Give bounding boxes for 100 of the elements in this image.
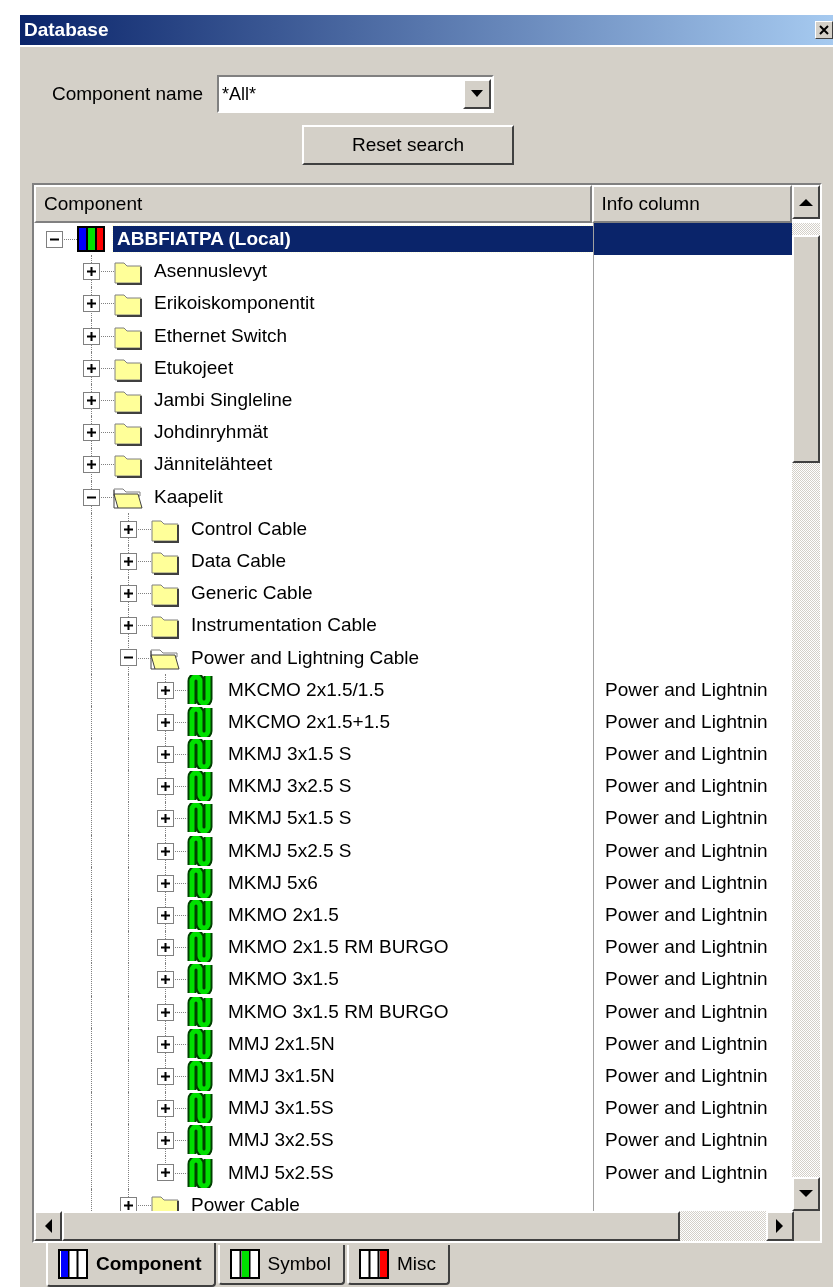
expand-icon[interactable]: [157, 746, 174, 763]
vertical-scrollbar[interactable]: [792, 223, 820, 1211]
tree-item[interactable]: Generic Cable: [187, 580, 317, 607]
scroll-up-button[interactable]: [792, 185, 820, 219]
tree-item[interactable]: MMJ 3x1.5N: [224, 1062, 339, 1089]
tree-item[interactable]: Kaapelit: [150, 483, 227, 510]
expand-icon[interactable]: [120, 1196, 137, 1211]
expand-icon[interactable]: [83, 424, 100, 442]
expand-icon[interactable]: [157, 778, 174, 796]
tree-item[interactable]: Asennuslevyt: [150, 258, 271, 285]
info-cell-text: Power and Lightnin: [604, 870, 769, 895]
info-cell-text: Power and Lightnin: [604, 999, 769, 1024]
tree-item[interactable]: Ethernet Switch: [150, 322, 292, 349]
expand-icon[interactable]: [157, 1067, 174, 1085]
tree-item[interactable]: MKMO 3x1.5: [224, 966, 343, 993]
tree-item[interactable]: Jännitelähteet: [150, 451, 277, 478]
info-cell-text: Power and Lightnin: [604, 967, 769, 992]
component-name-field[interactable]: *All*: [217, 75, 495, 113]
tab-icon: [358, 1249, 389, 1279]
info-cell-text: Power and Lightnin: [604, 709, 769, 734]
expand-icon[interactable]: [157, 1100, 174, 1118]
close-icon: [818, 24, 830, 36]
tree-item[interactable]: Jambi Singleline: [150, 387, 297, 414]
info-cell-text: Power and Lightnin: [604, 1160, 769, 1185]
expand-icon[interactable]: [120, 585, 137, 603]
column-header[interactable]: Info column: [591, 185, 792, 223]
tree-item[interactable]: MKCMO 2x1.5/1.5: [224, 676, 389, 703]
tree-item[interactable]: Etukojeet: [150, 354, 238, 381]
tree-item[interactable]: Control Cable: [187, 515, 312, 542]
tree-item[interactable]: Instrumentation Cable: [187, 612, 381, 639]
up-arrow-icon: [799, 198, 813, 206]
expand-icon[interactable]: [157, 874, 174, 892]
expand-icon[interactable]: [157, 681, 174, 699]
dropdown-button[interactable]: [463, 79, 492, 109]
expand-icon[interactable]: [157, 1035, 174, 1053]
tab[interactable]: Symbol: [217, 1245, 345, 1285]
info-cell-text: Power and Lightnin: [604, 1128, 769, 1153]
reset-search-button[interactable]: Reset search: [302, 125, 514, 165]
tree-item[interactable]: MKMJ 3x1.5 S: [224, 741, 356, 768]
expand-icon[interactable]: [157, 1132, 174, 1150]
expand-icon[interactable]: [157, 810, 174, 828]
left-arrow-icon: [44, 1219, 52, 1233]
expand-icon[interactable]: [157, 1164, 174, 1182]
expand-icon[interactable]: [120, 520, 137, 538]
tree-item[interactable]: Data Cable: [187, 547, 291, 574]
tree-item[interactable]: MMJ 3x1.5S: [224, 1095, 338, 1122]
info-cell-text: Power and Lightnin: [604, 935, 769, 960]
tree-item[interactable]: MKMJ 5x1.5 S: [224, 805, 356, 832]
tab[interactable]: Misc: [346, 1245, 450, 1285]
tree-item[interactable]: Johdinryhmät: [150, 419, 273, 446]
tree-item[interactable]: Power Cable: [187, 1191, 304, 1211]
expand-icon[interactable]: [120, 617, 137, 635]
tab[interactable]: Component: [46, 1243, 216, 1287]
scrollbar-corner: [794, 1211, 820, 1241]
tree-item[interactable]: MKMJ 5x2.5 S: [224, 837, 356, 864]
tree-item[interactable]: ABBFIATPA (Local): [113, 226, 593, 253]
right-arrow-icon: [776, 1219, 784, 1233]
collapse-icon[interactable]: [83, 488, 100, 506]
tree-item[interactable]: MMJ 2x1.5N: [224, 1030, 339, 1057]
database-icon: [75, 224, 107, 255]
scroll-down-button[interactable]: [792, 1177, 820, 1211]
tree-item[interactable]: MKCMO 2x1.5+1.5: [224, 708, 395, 735]
expand-icon[interactable]: [157, 939, 174, 957]
tab-icon: [229, 1249, 260, 1279]
tree-item[interactable]: MKMO 3x1.5 RM BURGO: [224, 998, 453, 1025]
scroll-thumb[interactable]: [792, 235, 820, 463]
tree-item[interactable]: MKMJ 5x6: [224, 869, 322, 896]
expand-icon[interactable]: [83, 263, 100, 281]
tree-item[interactable]: MKMJ 3x2.5 S: [224, 773, 356, 800]
expand-icon[interactable]: [83, 456, 100, 474]
expand-icon[interactable]: [83, 327, 100, 345]
collapse-icon[interactable]: [120, 649, 137, 667]
tree-item[interactable]: MMJ 3x2.5S: [224, 1127, 338, 1154]
info-cell-text: Power and Lightnin: [604, 806, 769, 831]
info-cell-text: Power and Lightnin: [604, 774, 769, 799]
expand-icon[interactable]: [157, 842, 174, 860]
column-header[interactable]: Component: [34, 185, 592, 223]
expand-icon[interactable]: [157, 971, 174, 989]
collapse-icon[interactable]: [46, 231, 63, 248]
window-title: Database: [24, 19, 109, 41]
tree-item[interactable]: Erikoiskomponentit: [150, 290, 319, 317]
scroll-right-button[interactable]: [766, 1211, 794, 1241]
tree-item[interactable]: MKMO 2x1.5: [224, 902, 343, 929]
expand-icon[interactable]: [157, 906, 174, 924]
tree-item[interactable]: Power and Lightning Cable: [187, 644, 424, 671]
field-label: Component name: [52, 83, 204, 105]
caret-icon: [471, 90, 484, 98]
tab-icon: [58, 1249, 88, 1279]
expand-icon[interactable]: [157, 1003, 174, 1021]
expand-icon[interactable]: [157, 713, 174, 731]
tree-item[interactable]: MMJ 5x2.5S: [224, 1159, 338, 1186]
info-cell-text: Power and Lightnin: [604, 742, 769, 767]
expand-icon[interactable]: [83, 359, 100, 377]
down-arrow-icon: [799, 1190, 813, 1198]
close-button[interactable]: [815, 21, 833, 39]
expand-icon[interactable]: [83, 391, 100, 409]
expand-icon[interactable]: [120, 552, 137, 570]
tree-item[interactable]: MKMO 2x1.5 RM BURGO: [224, 934, 453, 961]
scroll-left-button[interactable]: [34, 1211, 62, 1241]
expand-icon[interactable]: [83, 295, 100, 313]
